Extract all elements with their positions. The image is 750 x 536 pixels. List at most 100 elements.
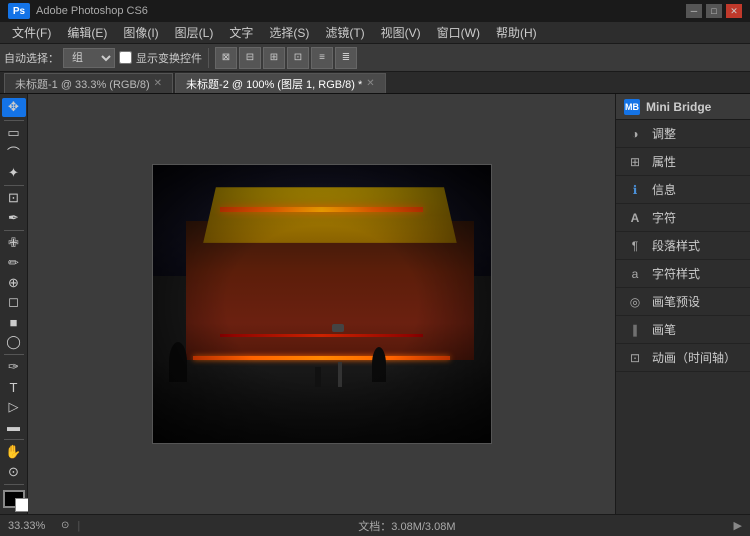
tab-0-label: 未标题-1 @ 33.3% (RGB/8): [15, 76, 150, 92]
menu-item-w[interactable]: 窗口(W): [429, 22, 488, 43]
adjust-icon: ◑: [626, 125, 644, 143]
canvas-image: [152, 164, 492, 444]
eraser-tool[interactable]: ◻: [2, 293, 26, 312]
align-center-btn[interactable]: ⊟: [239, 47, 261, 69]
panel-item-character[interactable]: A 字符: [616, 204, 750, 232]
dodge-tool[interactable]: ◯: [2, 333, 26, 352]
zoom-icon: ⊙: [61, 520, 69, 531]
menu-item-f[interactable]: 文件(F): [4, 22, 59, 43]
properties-label: 属性: [652, 153, 676, 170]
hand-tool[interactable]: ✋: [2, 443, 26, 462]
maximize-button[interactable]: □: [706, 4, 722, 18]
right-panel: MB Mini Bridge ◑ 调整 ⊞ 属性 ℹ 信息 A 字符 ¶: [615, 94, 750, 514]
panel-item-adjust[interactable]: ◑ 调整: [616, 120, 750, 148]
menu-item-t[interactable]: 滤镜(T): [317, 22, 372, 43]
menu-item-h[interactable]: 帮助(H): [488, 22, 545, 43]
heal-tool[interactable]: ✙: [2, 234, 26, 253]
main-layout: ✥ ▭ ⌒ ✦ ⊡ ✒ ✙ ✏ ⊕ ◻ ■ ◯ ✑ T ▷ ▬ ✋ ⊙: [0, 94, 750, 514]
mini-bridge-icon: MB: [624, 99, 640, 115]
auto-select-dropdown[interactable]: 组 图层: [63, 48, 115, 68]
show-transform-label: 显示变换控件: [136, 50, 202, 66]
mini-bridge-title: Mini Bridge: [646, 100, 711, 114]
crop-tool[interactable]: ⊡: [2, 189, 26, 208]
minimize-button[interactable]: ─: [686, 4, 702, 18]
tab-1[interactable]: 未标题-2 @ 100% (图层 1, RGB/8) * ✕: [175, 73, 386, 93]
char-style-icon: a: [626, 265, 644, 283]
document-info: 文档：3.08M/3.08M: [88, 518, 725, 534]
tool-sep-1: [4, 120, 24, 121]
right-panel-inner: MB Mini Bridge ◑ 调整 ⊞ 属性 ℹ 信息 A 字符 ¶: [616, 94, 750, 372]
menu-item-[interactable]: 文字: [221, 22, 261, 43]
panel-item-char-style[interactable]: a 字符样式: [616, 260, 750, 288]
align-middle-btn[interactable]: ≡: [311, 47, 333, 69]
options-separator: [208, 48, 209, 68]
vignette: [153, 165, 491, 443]
zoom-level: 33.33%: [8, 520, 53, 532]
menu-item-l[interactable]: 图层(L): [167, 22, 222, 43]
show-transform-checkbox[interactable]: [119, 51, 132, 64]
panel-item-info[interactable]: ℹ 信息: [616, 176, 750, 204]
properties-icon: ⊞: [626, 153, 644, 171]
auto-select-label: 自动选择：: [4, 50, 59, 66]
info-label: 信息: [652, 181, 676, 198]
text-tool[interactable]: T: [2, 378, 26, 397]
mini-bridge-header[interactable]: MB Mini Bridge: [616, 94, 750, 120]
status-separator: |: [77, 520, 80, 532]
eyedropper-tool[interactable]: ✒: [2, 208, 26, 227]
menu-item-e[interactable]: 编辑(E): [59, 22, 115, 43]
tabs-bar: 未标题-1 @ 33.3% (RGB/8) ✕ 未标题-2 @ 100% (图层…: [0, 72, 750, 94]
adjust-label: 调整: [652, 125, 676, 142]
foreground-color[interactable]: [3, 490, 25, 508]
menu-item-v[interactable]: 视图(V): [373, 22, 429, 43]
magic-wand-tool[interactable]: ✦: [2, 163, 26, 182]
tool-sep-5: [4, 439, 24, 440]
close-button[interactable]: ✕: [726, 4, 742, 18]
menu-item-i[interactable]: 图像(I): [115, 22, 166, 43]
align-bottom-btn[interactable]: ≣: [335, 47, 357, 69]
animation-icon: ⊡: [626, 349, 644, 367]
status-bar: 33.33% ⊙ | 文档：3.08M/3.08M ▶: [0, 514, 750, 536]
brush-preset-icon: ◎: [626, 293, 644, 311]
background-color[interactable]: [15, 498, 29, 512]
move-tool[interactable]: ✥: [2, 98, 26, 117]
panel-item-para-style[interactable]: ¶ 段落样式: [616, 232, 750, 260]
status-arrow[interactable]: ▶: [734, 519, 742, 532]
info-icon: ℹ: [626, 181, 644, 199]
path-select-tool[interactable]: ▷: [2, 397, 26, 416]
panel-item-brush-preset[interactable]: ◎ 画笔预设: [616, 288, 750, 316]
tool-sep-6: [4, 484, 24, 485]
title-bar-controls: ─ □ ✕: [686, 4, 742, 18]
title-bar-left: Ps Adobe Photoshop CS6: [8, 3, 148, 19]
shape-tool[interactable]: ▬: [2, 417, 26, 436]
panel-item-brush[interactable]: ∥ 画笔: [616, 316, 750, 344]
para-style-label: 段落样式: [652, 237, 700, 254]
select-rect-tool[interactable]: ▭: [2, 124, 26, 143]
panel-item-animation[interactable]: ⊡ 动画（时间轴）: [616, 344, 750, 372]
lasso-tool[interactable]: ⌒: [2, 143, 26, 162]
brush-label: 画笔: [652, 321, 676, 338]
brush-icon: ∥: [626, 321, 644, 339]
animation-label: 动画（时间轴）: [652, 349, 736, 366]
left-toolbar: ✥ ▭ ⌒ ✦ ⊡ ✒ ✙ ✏ ⊕ ◻ ■ ◯ ✑ T ▷ ▬ ✋ ⊙: [0, 94, 28, 514]
tab-0[interactable]: 未标题-1 @ 33.3% (RGB/8) ✕: [4, 73, 173, 93]
ps-logo: Ps: [8, 3, 30, 19]
zoom-tool[interactable]: ⊙: [2, 462, 26, 481]
tab-0-close[interactable]: ✕: [154, 78, 162, 89]
pen-tool[interactable]: ✑: [2, 358, 26, 377]
align-top-btn[interactable]: ⊡: [287, 47, 309, 69]
canvas-area[interactable]: [28, 94, 615, 514]
menu-item-s[interactable]: 选择(S): [261, 22, 317, 43]
tab-1-close[interactable]: ✕: [366, 78, 374, 89]
char-style-label: 字符样式: [652, 265, 700, 282]
menu-bar: 文件(F)编辑(E)图像(I)图层(L)文字选择(S)滤镜(T)视图(V)窗口(…: [0, 22, 750, 44]
align-right-btn[interactable]: ⊞: [263, 47, 285, 69]
options-bar: 自动选择： 组 图层 显示变换控件 ⊠ ⊟ ⊞ ⊡ ≡ ≣: [0, 44, 750, 72]
tool-sep-4: [4, 354, 24, 355]
gradient-tool[interactable]: ■: [2, 313, 26, 332]
brush-tool[interactable]: ✏: [2, 254, 26, 273]
tab-1-label: 未标题-2 @ 100% (图层 1, RGB/8) *: [186, 76, 362, 92]
title-bar-title: Adobe Photoshop CS6: [36, 5, 148, 17]
clone-tool[interactable]: ⊕: [2, 273, 26, 292]
align-left-btn[interactable]: ⊠: [215, 47, 237, 69]
panel-item-properties[interactable]: ⊞ 属性: [616, 148, 750, 176]
